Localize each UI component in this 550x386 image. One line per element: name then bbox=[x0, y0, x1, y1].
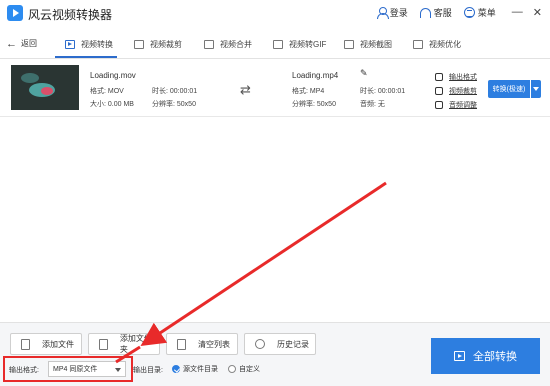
app-logo-icon bbox=[7, 5, 23, 21]
back-arrow-icon: ← bbox=[6, 37, 17, 50]
target-duration: 时长: 00:00:01 bbox=[360, 88, 406, 95]
back-button[interactable]: ← 返回 bbox=[6, 38, 37, 49]
radio-source-dir[interactable]: 源文件目录 bbox=[172, 364, 218, 374]
target-resolution: 分辨率: 50x50 bbox=[292, 101, 336, 108]
add-file-label: 添加文件 bbox=[42, 339, 74, 349]
back-label: 返回 bbox=[21, 39, 37, 48]
trash-icon bbox=[177, 338, 186, 350]
minimize-button[interactable]: — bbox=[512, 6, 523, 19]
tab-label: 视频转换 bbox=[81, 39, 113, 49]
video-crop-icon bbox=[134, 39, 144, 49]
add-folder-button[interactable]: 添加文件夹 bbox=[88, 333, 160, 355]
folder-icon bbox=[99, 338, 108, 350]
history-label: 历史记录 bbox=[277, 339, 309, 349]
title-bar: 风云视频转换器 登录 客服 菜单 — ✕ bbox=[0, 0, 550, 28]
edit-name-icon[interactable]: ✎ bbox=[360, 68, 368, 79]
clock-icon bbox=[255, 339, 265, 349]
history-button[interactable]: 历史记录 bbox=[244, 333, 316, 355]
service-label: 客服 bbox=[433, 8, 452, 18]
video-crop-link-label: 视频裁剪 bbox=[449, 88, 477, 95]
target-file-name: Loading.mp4 bbox=[292, 71, 339, 80]
output-dir-label: 输出目录: bbox=[133, 367, 163, 374]
radio-checked-icon bbox=[172, 365, 180, 373]
tab-label: 视频合并 bbox=[220, 39, 252, 49]
source-format: 格式: MOV bbox=[90, 88, 124, 95]
convert-fast-button[interactable]: 转换(极速) bbox=[488, 80, 530, 98]
tab-video-screenshot[interactable]: 视频截图 bbox=[344, 37, 392, 51]
convert-all-button[interactable]: 全部转换 bbox=[431, 338, 540, 374]
video-crop-link[interactable]: 视频裁剪 bbox=[435, 84, 477, 98]
source-resolution: 分辨率: 50x50 bbox=[152, 101, 196, 108]
titlebar-actions: 登录 客服 菜单 — ✕ bbox=[376, 6, 542, 19]
shuffle-icon: ⇄ bbox=[240, 82, 251, 97]
convert-all-label: 全部转换 bbox=[473, 351, 517, 363]
tab-video-to-gif[interactable]: 视频转GIF bbox=[273, 37, 326, 51]
screenshot-icon bbox=[344, 39, 354, 49]
login-button[interactable]: 登录 bbox=[376, 6, 408, 19]
audio-adjust-link-label: 音频调整 bbox=[449, 102, 477, 109]
tab-video-convert[interactable]: 视频转换 bbox=[65, 37, 113, 51]
video-convert-icon bbox=[65, 39, 75, 49]
tab-label: 视频优化 bbox=[429, 39, 461, 49]
file-icon bbox=[21, 338, 30, 350]
login-label: 登录 bbox=[389, 8, 408, 18]
customer-service-button[interactable]: 客服 bbox=[419, 6, 452, 19]
menu-button[interactable]: 菜单 bbox=[463, 6, 496, 19]
tab-label: 视频截图 bbox=[360, 39, 392, 49]
gear-icon bbox=[435, 73, 443, 81]
source-duration: 时长: 00:00:01 bbox=[152, 88, 198, 95]
tab-label: 视频裁剪 bbox=[150, 39, 182, 49]
radio-custom-label: 自定义 bbox=[239, 366, 260, 373]
tab-label: 视频转GIF bbox=[289, 39, 327, 49]
play-icon bbox=[454, 351, 465, 361]
headset-icon bbox=[419, 7, 431, 18]
clear-list-label: 清空列表 bbox=[198, 339, 230, 349]
clear-list-button[interactable]: 清空列表 bbox=[166, 333, 238, 355]
user-icon bbox=[376, 7, 389, 19]
music-note-icon bbox=[435, 101, 443, 109]
radio-source-label: 源文件目录 bbox=[183, 366, 218, 373]
tab-video-optimize[interactable]: 视频优化 bbox=[413, 37, 461, 51]
tab-video-crop[interactable]: 视频裁剪 bbox=[134, 37, 182, 51]
add-folder-label: 添加文件夹 bbox=[119, 334, 152, 354]
video-merge-icon bbox=[204, 39, 214, 49]
source-file-name: Loading.mov bbox=[90, 71, 136, 80]
menu-label: 菜单 bbox=[477, 8, 496, 18]
add-file-button[interactable]: 添加文件 bbox=[10, 333, 82, 355]
menu-icon bbox=[463, 7, 475, 18]
output-format-link-label: 输出格式 bbox=[449, 74, 477, 81]
scissors-icon bbox=[435, 87, 443, 95]
target-audio: 音频: 无 bbox=[360, 101, 385, 108]
output-format-link[interactable]: 输出格式 bbox=[435, 70, 477, 84]
gif-icon bbox=[273, 39, 283, 49]
nav-bar: ← 返回 视频转换 视频裁剪 视频合并 视频转GIF 视频截图 视频优化 bbox=[0, 29, 550, 59]
window-controls: — ✕ bbox=[512, 6, 542, 19]
video-thumbnail bbox=[11, 65, 79, 110]
file-actions: 输出格式 视频裁剪 音频调整 bbox=[435, 70, 477, 112]
audio-adjust-link[interactable]: 音频调整 bbox=[435, 98, 477, 112]
active-tab-indicator bbox=[55, 56, 117, 58]
tab-video-merge[interactable]: 视频合并 bbox=[204, 37, 252, 51]
target-format: 格式: MP4 bbox=[292, 88, 325, 95]
close-button[interactable]: ✕ bbox=[533, 6, 542, 19]
source-size: 大小: 0.00 MB bbox=[90, 101, 134, 108]
annotation-highlight-box bbox=[3, 356, 133, 382]
app-title: 风云视频转换器 bbox=[28, 8, 113, 22]
radio-custom-dir[interactable]: 自定义 bbox=[228, 364, 260, 374]
optimize-icon bbox=[413, 39, 423, 49]
radio-unchecked-icon bbox=[228, 365, 236, 373]
convert-dropdown-button[interactable] bbox=[531, 80, 541, 98]
